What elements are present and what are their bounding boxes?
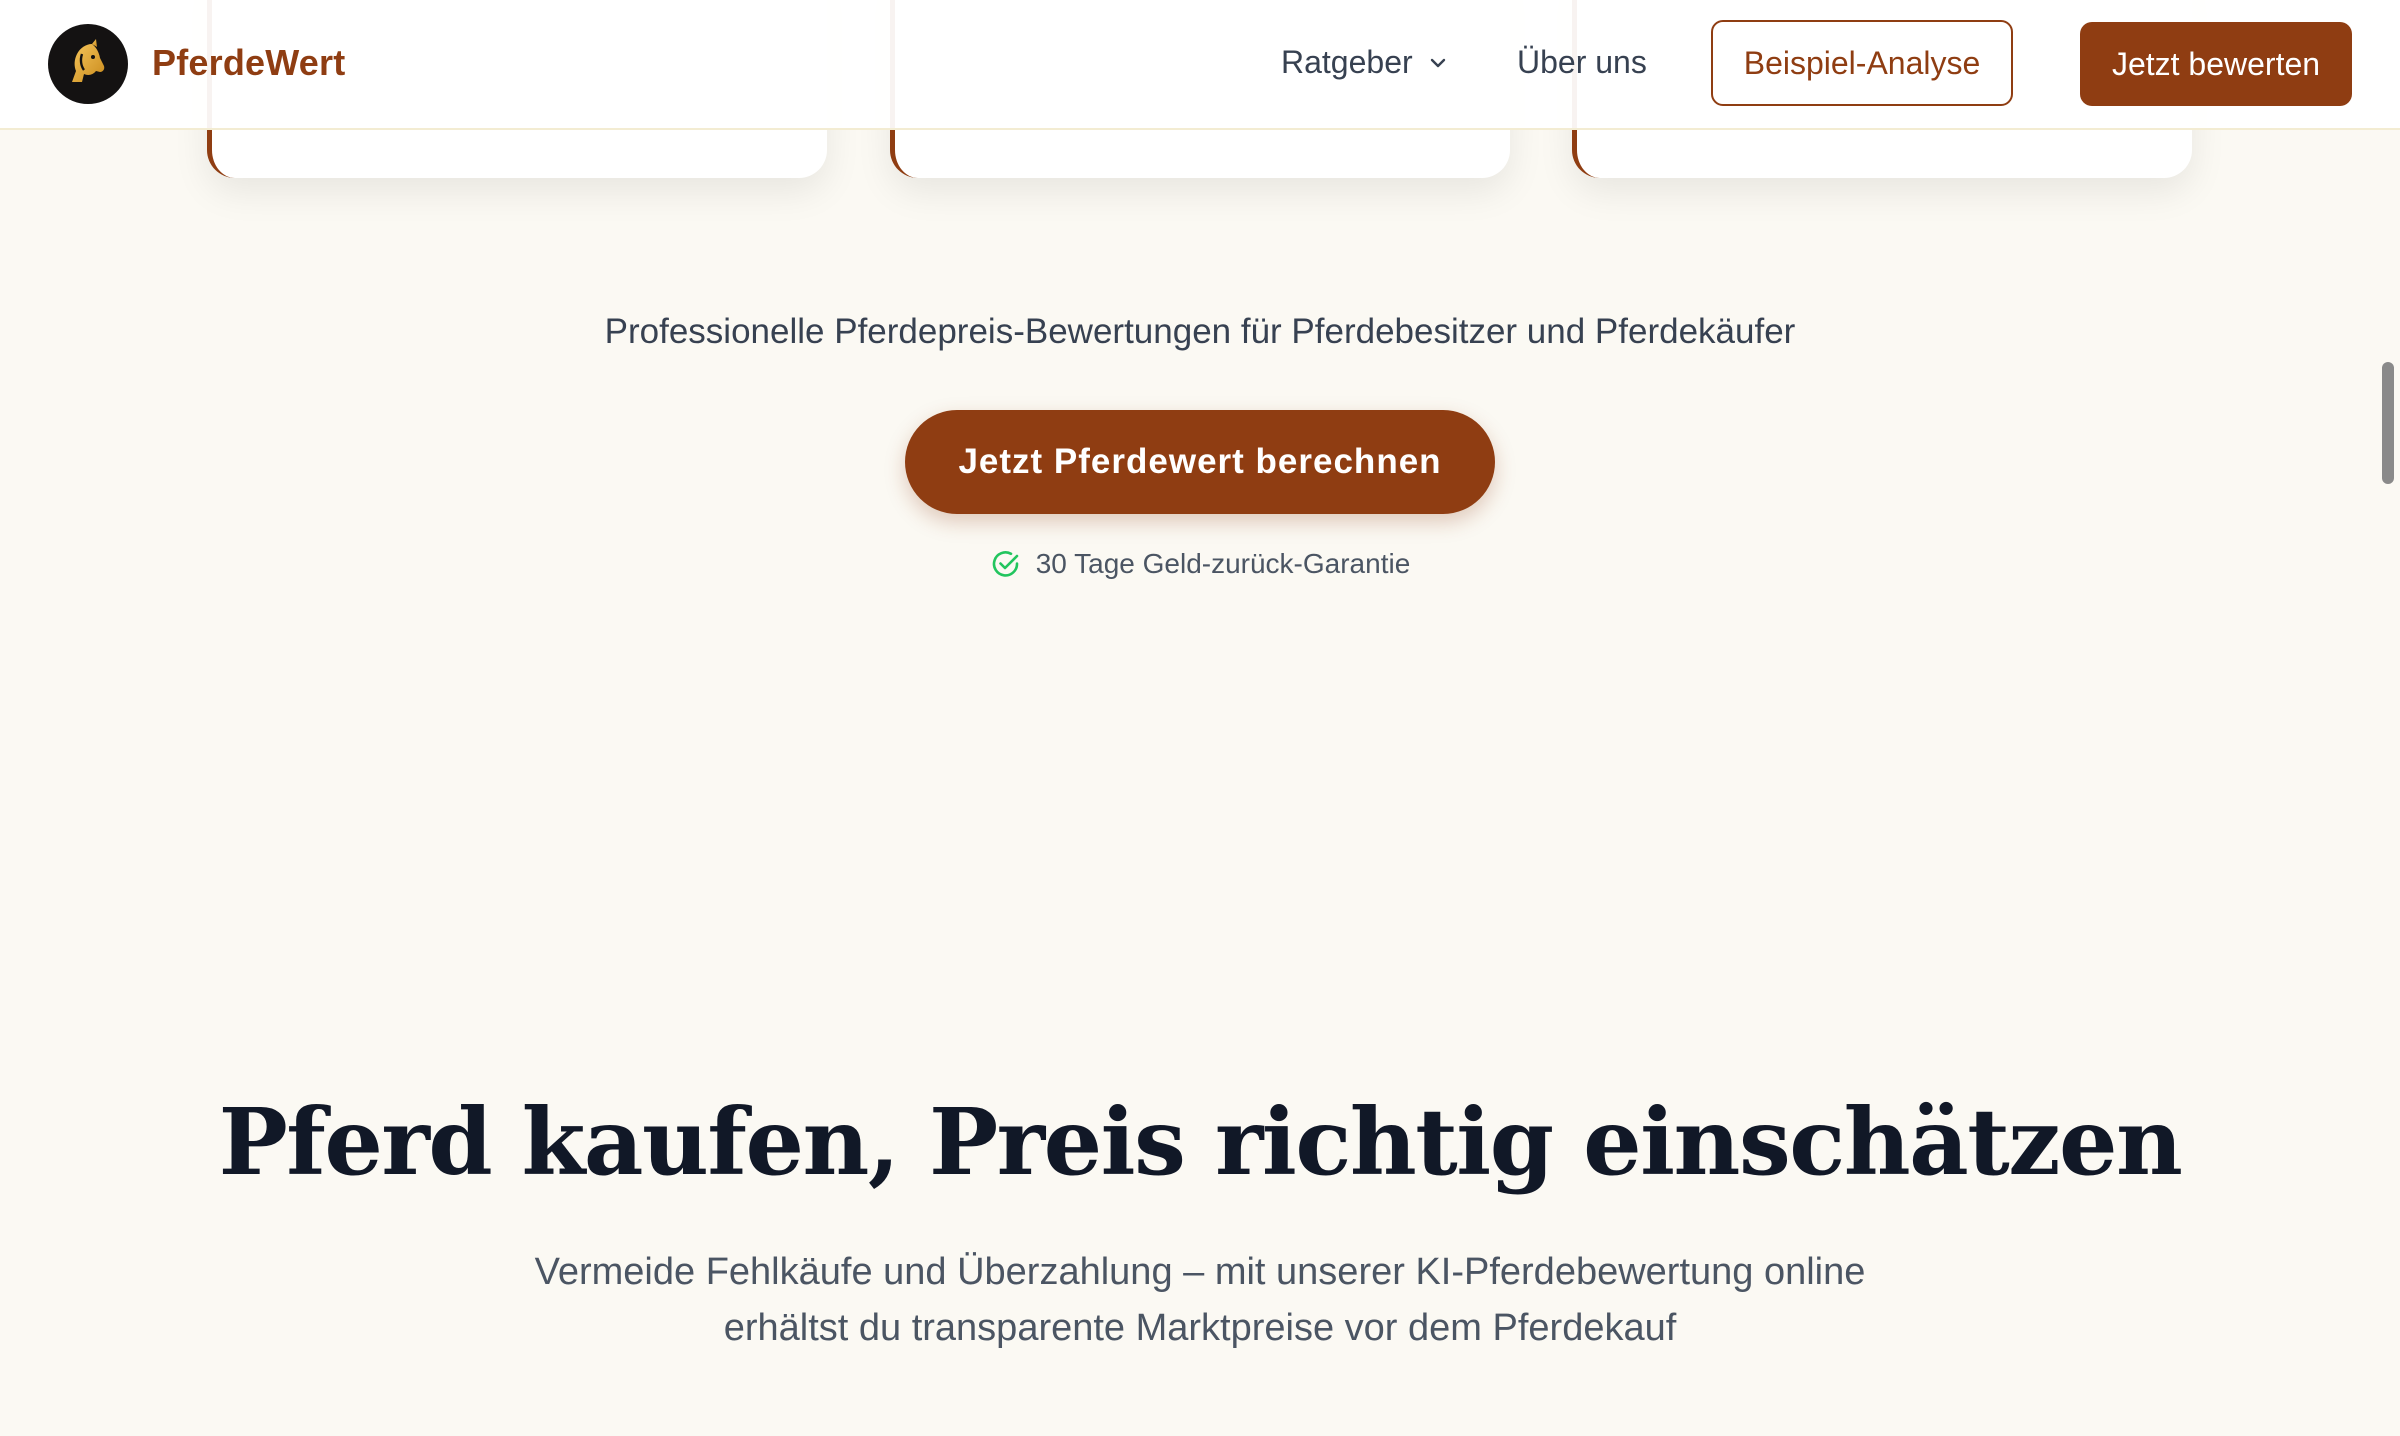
site-header: PferdeWert Ratgeber Über uns Beispiel-An… [0,0,2400,130]
hero-tagline: Professionelle Pferdepreis-Bewertungen f… [604,312,1796,351]
section-subtitle: Vermeide Fehlkäufe und Überzahlung – mit… [400,1244,2000,1356]
guarantee-text: 30 Tage Geld-zurück-Garantie [1035,548,1411,579]
horse-head-icon [72,39,105,82]
page-scrollbar-thumb[interactable] [2382,362,2394,484]
section-title: Pferd kaufen, Preis richtig einschätzen [218,1088,2183,1196]
chevron-down-icon [1430,58,1445,67]
example-analysis-button[interactable]: Beispiel-Analyse [1711,20,2013,106]
nav-ratgeber-label: Ratgeber [1281,44,1413,80]
guarantee-note: 30 Tage Geld-zurück-Garantie [0,548,2400,580]
evaluate-now-button[interactable]: Jetzt bewerten [2080,22,2352,106]
calculate-value-button[interactable]: Jetzt Pferdewert berechnen [905,410,1495,514]
section-subtitle-line-2: erhältst du transparente Marktpreise vor… [723,1307,1677,1349]
nav-ueber-uns[interactable]: Über uns [1517,44,1647,81]
brand-name[interactable]: PferdeWert [152,42,345,84]
check-circle-icon [992,551,1019,577]
logo[interactable] [48,24,128,104]
nav-ratgeber[interactable]: Ratgeber [1281,44,1449,81]
section-subtitle-line-1: Vermeide Fehlkäufe und Überzahlung – mit… [534,1251,1866,1293]
